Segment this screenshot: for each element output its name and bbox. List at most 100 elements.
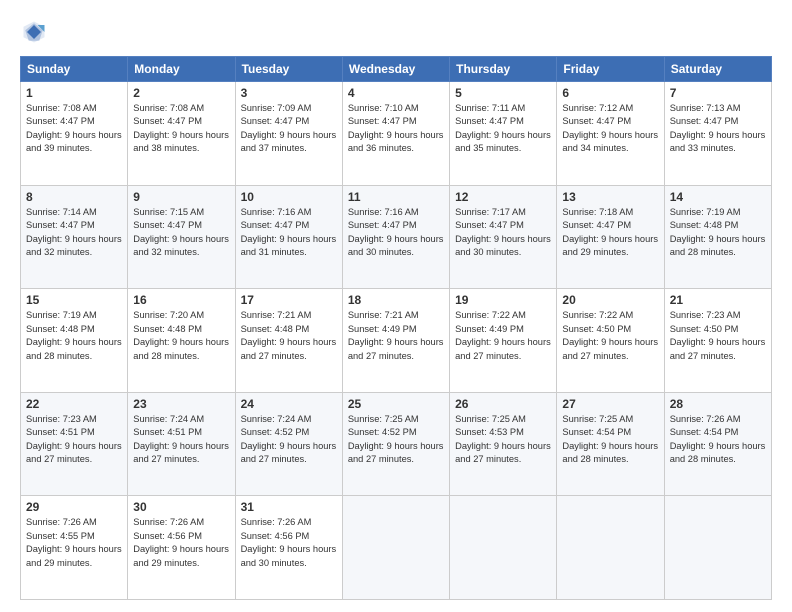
day-number: 30 xyxy=(133,500,229,514)
day-cell: 28 Sunrise: 7:26 AMSunset: 4:54 PMDaylig… xyxy=(664,392,771,496)
day-number: 16 xyxy=(133,293,229,307)
day-info: Sunrise: 7:08 AMSunset: 4:47 PMDaylight:… xyxy=(133,102,229,156)
day-cell: 1 Sunrise: 7:08 AMSunset: 4:47 PMDayligh… xyxy=(21,82,128,186)
day-number: 10 xyxy=(241,190,337,204)
day-info: Sunrise: 7:17 AMSunset: 4:47 PMDaylight:… xyxy=(455,206,551,260)
day-cell: 6 Sunrise: 7:12 AMSunset: 4:47 PMDayligh… xyxy=(557,82,664,186)
day-number: 12 xyxy=(455,190,551,204)
day-cell: 12 Sunrise: 7:17 AMSunset: 4:47 PMDaylig… xyxy=(450,185,557,289)
day-cell: 13 Sunrise: 7:18 AMSunset: 4:47 PMDaylig… xyxy=(557,185,664,289)
calendar-table: SundayMondayTuesdayWednesdayThursdayFrid… xyxy=(20,56,772,600)
day-number: 17 xyxy=(241,293,337,307)
day-cell: 19 Sunrise: 7:22 AMSunset: 4:49 PMDaylig… xyxy=(450,289,557,393)
day-number: 19 xyxy=(455,293,551,307)
col-header-saturday: Saturday xyxy=(664,57,771,82)
day-cell: 29 Sunrise: 7:26 AMSunset: 4:55 PMDaylig… xyxy=(21,496,128,600)
week-row-2: 8 Sunrise: 7:14 AMSunset: 4:47 PMDayligh… xyxy=(21,185,772,289)
col-header-thursday: Thursday xyxy=(450,57,557,82)
day-info: Sunrise: 7:13 AMSunset: 4:47 PMDaylight:… xyxy=(670,102,766,156)
day-number: 28 xyxy=(670,397,766,411)
day-info: Sunrise: 7:08 AMSunset: 4:47 PMDaylight:… xyxy=(26,102,122,156)
week-row-4: 22 Sunrise: 7:23 AMSunset: 4:51 PMDaylig… xyxy=(21,392,772,496)
day-number: 22 xyxy=(26,397,122,411)
day-info: Sunrise: 7:25 AMSunset: 4:54 PMDaylight:… xyxy=(562,413,658,467)
day-cell xyxy=(664,496,771,600)
day-cell xyxy=(342,496,449,600)
day-info: Sunrise: 7:22 AMSunset: 4:49 PMDaylight:… xyxy=(455,309,551,363)
day-cell: 16 Sunrise: 7:20 AMSunset: 4:48 PMDaylig… xyxy=(128,289,235,393)
day-info: Sunrise: 7:11 AMSunset: 4:47 PMDaylight:… xyxy=(455,102,551,156)
day-info: Sunrise: 7:26 AMSunset: 4:55 PMDaylight:… xyxy=(26,516,122,570)
day-cell: 7 Sunrise: 7:13 AMSunset: 4:47 PMDayligh… xyxy=(664,82,771,186)
day-number: 1 xyxy=(26,86,122,100)
day-number: 24 xyxy=(241,397,337,411)
day-info: Sunrise: 7:26 AMSunset: 4:56 PMDaylight:… xyxy=(241,516,337,570)
week-row-5: 29 Sunrise: 7:26 AMSunset: 4:55 PMDaylig… xyxy=(21,496,772,600)
day-cell: 20 Sunrise: 7:22 AMSunset: 4:50 PMDaylig… xyxy=(557,289,664,393)
day-number: 5 xyxy=(455,86,551,100)
day-cell: 4 Sunrise: 7:10 AMSunset: 4:47 PMDayligh… xyxy=(342,82,449,186)
day-cell: 2 Sunrise: 7:08 AMSunset: 4:47 PMDayligh… xyxy=(128,82,235,186)
day-info: Sunrise: 7:12 AMSunset: 4:47 PMDaylight:… xyxy=(562,102,658,156)
day-info: Sunrise: 7:25 AMSunset: 4:53 PMDaylight:… xyxy=(455,413,551,467)
day-info: Sunrise: 7:26 AMSunset: 4:54 PMDaylight:… xyxy=(670,413,766,467)
day-number: 29 xyxy=(26,500,122,514)
day-info: Sunrise: 7:22 AMSunset: 4:50 PMDaylight:… xyxy=(562,309,658,363)
day-cell: 9 Sunrise: 7:15 AMSunset: 4:47 PMDayligh… xyxy=(128,185,235,289)
day-cell: 15 Sunrise: 7:19 AMSunset: 4:48 PMDaylig… xyxy=(21,289,128,393)
col-header-friday: Friday xyxy=(557,57,664,82)
day-info: Sunrise: 7:19 AMSunset: 4:48 PMDaylight:… xyxy=(26,309,122,363)
week-row-1: 1 Sunrise: 7:08 AMSunset: 4:47 PMDayligh… xyxy=(21,82,772,186)
day-cell: 31 Sunrise: 7:26 AMSunset: 4:56 PMDaylig… xyxy=(235,496,342,600)
day-cell: 5 Sunrise: 7:11 AMSunset: 4:47 PMDayligh… xyxy=(450,82,557,186)
day-cell: 11 Sunrise: 7:16 AMSunset: 4:47 PMDaylig… xyxy=(342,185,449,289)
day-cell: 21 Sunrise: 7:23 AMSunset: 4:50 PMDaylig… xyxy=(664,289,771,393)
day-number: 7 xyxy=(670,86,766,100)
day-info: Sunrise: 7:23 AMSunset: 4:51 PMDaylight:… xyxy=(26,413,122,467)
day-cell: 26 Sunrise: 7:25 AMSunset: 4:53 PMDaylig… xyxy=(450,392,557,496)
day-info: Sunrise: 7:24 AMSunset: 4:52 PMDaylight:… xyxy=(241,413,337,467)
day-info: Sunrise: 7:20 AMSunset: 4:48 PMDaylight:… xyxy=(133,309,229,363)
col-header-wednesday: Wednesday xyxy=(342,57,449,82)
logo-icon xyxy=(20,18,48,46)
day-number: 26 xyxy=(455,397,551,411)
day-cell xyxy=(450,496,557,600)
day-info: Sunrise: 7:16 AMSunset: 4:47 PMDaylight:… xyxy=(241,206,337,260)
day-info: Sunrise: 7:16 AMSunset: 4:47 PMDaylight:… xyxy=(348,206,444,260)
day-cell xyxy=(557,496,664,600)
day-info: Sunrise: 7:25 AMSunset: 4:52 PMDaylight:… xyxy=(348,413,444,467)
day-cell: 10 Sunrise: 7:16 AMSunset: 4:47 PMDaylig… xyxy=(235,185,342,289)
day-number: 31 xyxy=(241,500,337,514)
day-cell: 25 Sunrise: 7:25 AMSunset: 4:52 PMDaylig… xyxy=(342,392,449,496)
calendar-header-row: SundayMondayTuesdayWednesdayThursdayFrid… xyxy=(21,57,772,82)
day-cell: 22 Sunrise: 7:23 AMSunset: 4:51 PMDaylig… xyxy=(21,392,128,496)
day-number: 9 xyxy=(133,190,229,204)
day-cell: 14 Sunrise: 7:19 AMSunset: 4:48 PMDaylig… xyxy=(664,185,771,289)
day-number: 15 xyxy=(26,293,122,307)
day-cell: 27 Sunrise: 7:25 AMSunset: 4:54 PMDaylig… xyxy=(557,392,664,496)
day-number: 2 xyxy=(133,86,229,100)
day-number: 8 xyxy=(26,190,122,204)
header xyxy=(20,18,772,46)
day-number: 3 xyxy=(241,86,337,100)
week-row-3: 15 Sunrise: 7:19 AMSunset: 4:48 PMDaylig… xyxy=(21,289,772,393)
col-header-monday: Monday xyxy=(128,57,235,82)
day-cell: 23 Sunrise: 7:24 AMSunset: 4:51 PMDaylig… xyxy=(128,392,235,496)
day-cell: 18 Sunrise: 7:21 AMSunset: 4:49 PMDaylig… xyxy=(342,289,449,393)
day-number: 21 xyxy=(670,293,766,307)
day-number: 11 xyxy=(348,190,444,204)
day-info: Sunrise: 7:19 AMSunset: 4:48 PMDaylight:… xyxy=(670,206,766,260)
day-info: Sunrise: 7:18 AMSunset: 4:47 PMDaylight:… xyxy=(562,206,658,260)
day-number: 20 xyxy=(562,293,658,307)
day-info: Sunrise: 7:21 AMSunset: 4:48 PMDaylight:… xyxy=(241,309,337,363)
day-number: 25 xyxy=(348,397,444,411)
day-number: 14 xyxy=(670,190,766,204)
day-number: 4 xyxy=(348,86,444,100)
day-info: Sunrise: 7:26 AMSunset: 4:56 PMDaylight:… xyxy=(133,516,229,570)
day-info: Sunrise: 7:15 AMSunset: 4:47 PMDaylight:… xyxy=(133,206,229,260)
day-info: Sunrise: 7:14 AMSunset: 4:47 PMDaylight:… xyxy=(26,206,122,260)
day-info: Sunrise: 7:09 AMSunset: 4:47 PMDaylight:… xyxy=(241,102,337,156)
day-cell: 30 Sunrise: 7:26 AMSunset: 4:56 PMDaylig… xyxy=(128,496,235,600)
col-header-tuesday: Tuesday xyxy=(235,57,342,82)
logo xyxy=(20,18,52,46)
